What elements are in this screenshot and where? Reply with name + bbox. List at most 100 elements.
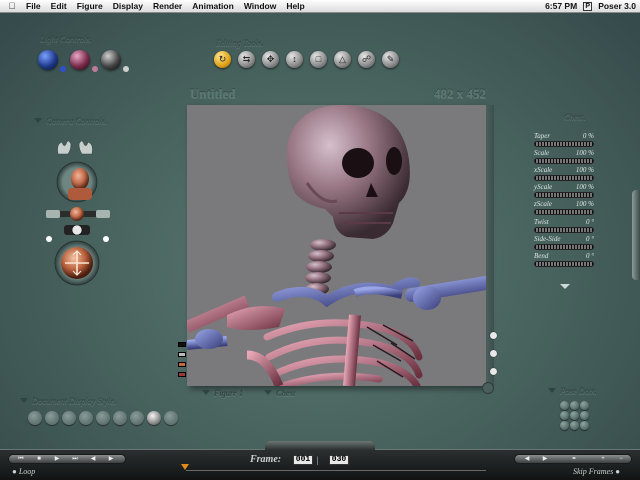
display-style-wireframe[interactable] — [62, 411, 76, 425]
dial-scale[interactable]: Scale 100 % — [534, 149, 594, 164]
document-resize-handle[interactable] — [482, 382, 494, 394]
dial-yscale[interactable]: yScale 100 % — [534, 183, 594, 198]
apple-menu-icon[interactable]:  — [6, 1, 18, 11]
body-part-select-menu[interactable]: Chest — [264, 388, 295, 398]
document-option-dot-3[interactable] — [490, 368, 497, 375]
next-frame-button[interactable]: ▶ — [104, 455, 118, 463]
next-key-button[interactable]: ▶ — [538, 455, 552, 463]
twist-tool-icon[interactable]: ⇆ — [238, 51, 255, 68]
color-tool-icon[interactable]: ✎ — [382, 51, 399, 68]
dial-bend[interactable]: Bend 0 ° — [534, 252, 594, 267]
skeleton-figure[interactable] — [187, 105, 486, 386]
foreground-color-chip[interactable] — [178, 342, 186, 347]
menu-window[interactable]: Window — [244, 1, 277, 11]
light-2-color-dot[interactable] — [92, 66, 98, 72]
pose-dot-2[interactable] — [570, 401, 579, 410]
editing-tools-label: Editing Tools. — [216, 38, 264, 48]
translate-tool-icon[interactable]: ✥ — [262, 51, 279, 68]
delete-key-button[interactable]: − — [614, 455, 628, 463]
document-option-dot-1[interactable] — [490, 332, 497, 339]
display-style-smooth-shaded[interactable] — [147, 411, 161, 425]
light-controls-label: Light Controls. — [40, 34, 92, 44]
menu-file[interactable]: File — [26, 1, 41, 11]
display-style-silhouette[interactable] — [28, 411, 42, 425]
pose-dot-5[interactable] — [570, 411, 579, 420]
document-title-bar[interactable]: Untitled 482 x 452 — [190, 86, 486, 102]
last-frame-button[interactable]: ⏭ — [68, 455, 82, 463]
right-side-drawer-handle[interactable] — [632, 190, 640, 280]
pose-dot-6[interactable] — [580, 411, 589, 420]
camera-controls-label[interactable]: Camera Controls. — [34, 116, 107, 126]
previous-key-button[interactable]: ◀ — [520, 455, 534, 463]
translate-in-out-tool-icon[interactable]: ↕ — [286, 51, 303, 68]
dial-side-side[interactable]: Side-Side 0 ° — [534, 235, 594, 250]
application-menu-label[interactable]: Poser 3.0 — [598, 1, 636, 11]
document-right-edge — [486, 105, 494, 386]
light-3-color-dot[interactable] — [123, 66, 129, 72]
total-frames-field[interactable]: 030 — [329, 455, 349, 465]
display-style-label[interactable]: Document Display Style. — [20, 396, 116, 406]
scale-tool-icon[interactable]: □ — [310, 51, 327, 68]
parameters-title: Chest. — [564, 112, 586, 122]
menu-help[interactable]: Help — [286, 1, 304, 11]
shadow-color-chip[interactable] — [178, 362, 186, 367]
light-1-color-dot[interactable] — [60, 66, 66, 72]
display-style-lit-wireframe[interactable] — [96, 411, 110, 425]
ground-color-chip[interactable] — [178, 372, 186, 377]
camera-dot-right-icon — [103, 236, 109, 242]
keyframes-key-icon[interactable]: ⚭ — [562, 455, 586, 463]
pose-dots-label[interactable]: Pose Dots. — [548, 386, 597, 396]
display-style-outline[interactable] — [45, 411, 59, 425]
animation-drawer-handle[interactable] — [265, 441, 375, 450]
pose-dot-1[interactable] — [560, 401, 569, 410]
add-key-button[interactable]: + — [596, 455, 610, 463]
pose-dot-8[interactable] — [570, 421, 579, 430]
display-style-hidden-line[interactable] — [79, 411, 93, 425]
skip-frames-label: Skip Frames — [573, 467, 614, 476]
camera-controls-cluster[interactable] — [40, 132, 130, 287]
stop-button[interactable]: ■ — [32, 455, 46, 463]
timeline-playhead-icon[interactable] — [181, 464, 189, 470]
document-canvas[interactable] — [187, 105, 486, 386]
pose-dot-7[interactable] — [560, 421, 569, 430]
first-frame-button[interactable]: ⏮ — [14, 455, 28, 463]
dial-twist[interactable]: Twist 0 ° — [534, 218, 594, 233]
right-hand-camera-icon — [78, 140, 93, 155]
menu-figure[interactable]: Figure — [77, 1, 103, 11]
dial-xscale[interactable]: xScale 100 % — [534, 166, 594, 181]
light-2-ball[interactable] — [70, 50, 90, 70]
app-switcher-icon[interactable]: P — [583, 1, 593, 11]
menu-edit[interactable]: Edit — [51, 1, 67, 11]
display-style-flat-shaded[interactable] — [113, 411, 127, 425]
display-style-flat-lined[interactable] — [130, 411, 144, 425]
skip-frames-toggle[interactable]: Skip Frames ● — [573, 467, 620, 476]
previous-frame-button[interactable]: ◀ — [86, 455, 100, 463]
rotate-tool-icon[interactable]: ↻ — [214, 51, 231, 68]
face-camera-icon — [71, 168, 89, 190]
taper-tool-icon[interactable]: △ — [334, 51, 351, 68]
menu-animation[interactable]: Animation — [192, 1, 234, 11]
current-frame-field[interactable]: 001 — [293, 455, 313, 465]
frame-label: Frame: — [250, 454, 282, 465]
play-button[interactable]: ▶ — [50, 455, 64, 463]
figure-select-menu[interactable]: Figure 1 — [202, 388, 243, 398]
light-1-ball[interactable] — [38, 50, 58, 70]
menu-display[interactable]: Display — [113, 1, 143, 11]
loop-toggle[interactable]: ● Loop — [12, 467, 35, 476]
loop-label: Loop — [18, 467, 36, 476]
pose-dot-3[interactable] — [580, 401, 589, 410]
chain-break-tool-icon[interactable]: ☍ — [358, 51, 375, 68]
document-option-dot-2[interactable] — [490, 350, 497, 357]
parameters-scroll-arrow-icon[interactable] — [560, 284, 570, 289]
background-color-chip[interactable] — [178, 352, 186, 357]
pose-dot-9[interactable] — [580, 421, 589, 430]
dial-taper[interactable]: Taper 0 % — [534, 132, 594, 147]
pose-dot-4[interactable] — [560, 411, 569, 420]
dial-zscale[interactable]: zScale 100 % — [534, 200, 594, 215]
camera-dot-left-icon — [46, 236, 52, 242]
display-style-texture-shaded[interactable] — [164, 411, 178, 425]
timeline-track[interactable] — [186, 470, 486, 471]
menu-render[interactable]: Render — [153, 1, 182, 11]
document-title: Untitled — [190, 86, 236, 101]
light-3-ball[interactable] — [101, 50, 121, 70]
